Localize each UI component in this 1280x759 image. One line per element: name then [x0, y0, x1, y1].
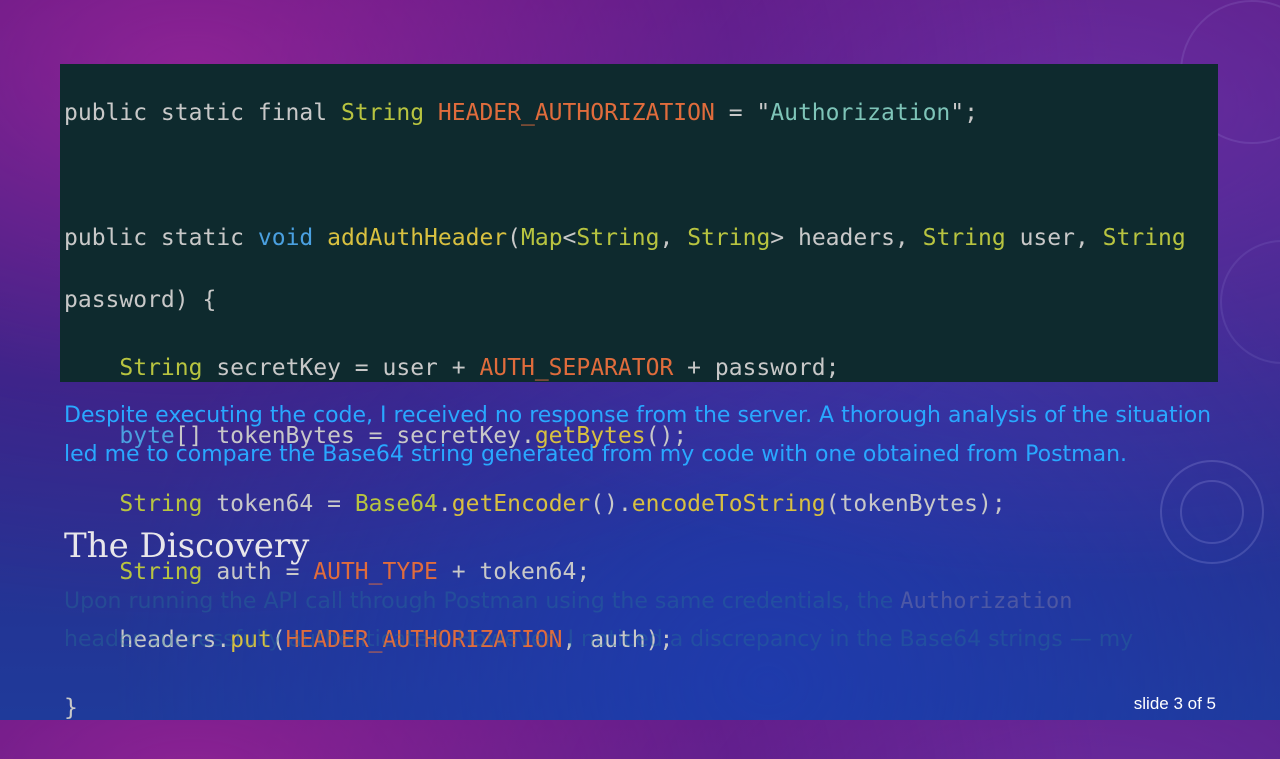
faded-line: header successfully authenticated. Howev…: [64, 627, 1134, 652]
body-paragraph: Despite executing the code, I received n…: [64, 403, 1212, 467]
code-line: String token64 = Base64.getEncoder().enc…: [119, 491, 1006, 517]
code-line: public static void addAuthHeader(Map<Str…: [64, 225, 1186, 251]
code-line: String secretKey = user + AUTH_SEPARATOR…: [119, 355, 840, 381]
decorative-ring: [1220, 240, 1280, 364]
code-line: public static final String HEADER_AUTHOR…: [64, 100, 978, 126]
section-heading: The Discovery: [64, 526, 310, 566]
inline-code: Authorization: [900, 589, 1073, 614]
faded-line: Upon running the API call through Postma…: [64, 589, 1073, 614]
faded-paragraph: Upon running the API call through Postma…: [64, 583, 1224, 659]
slide-indicator: slide 3 of 5: [1133, 694, 1216, 713]
code-line: password) {: [64, 287, 217, 313]
